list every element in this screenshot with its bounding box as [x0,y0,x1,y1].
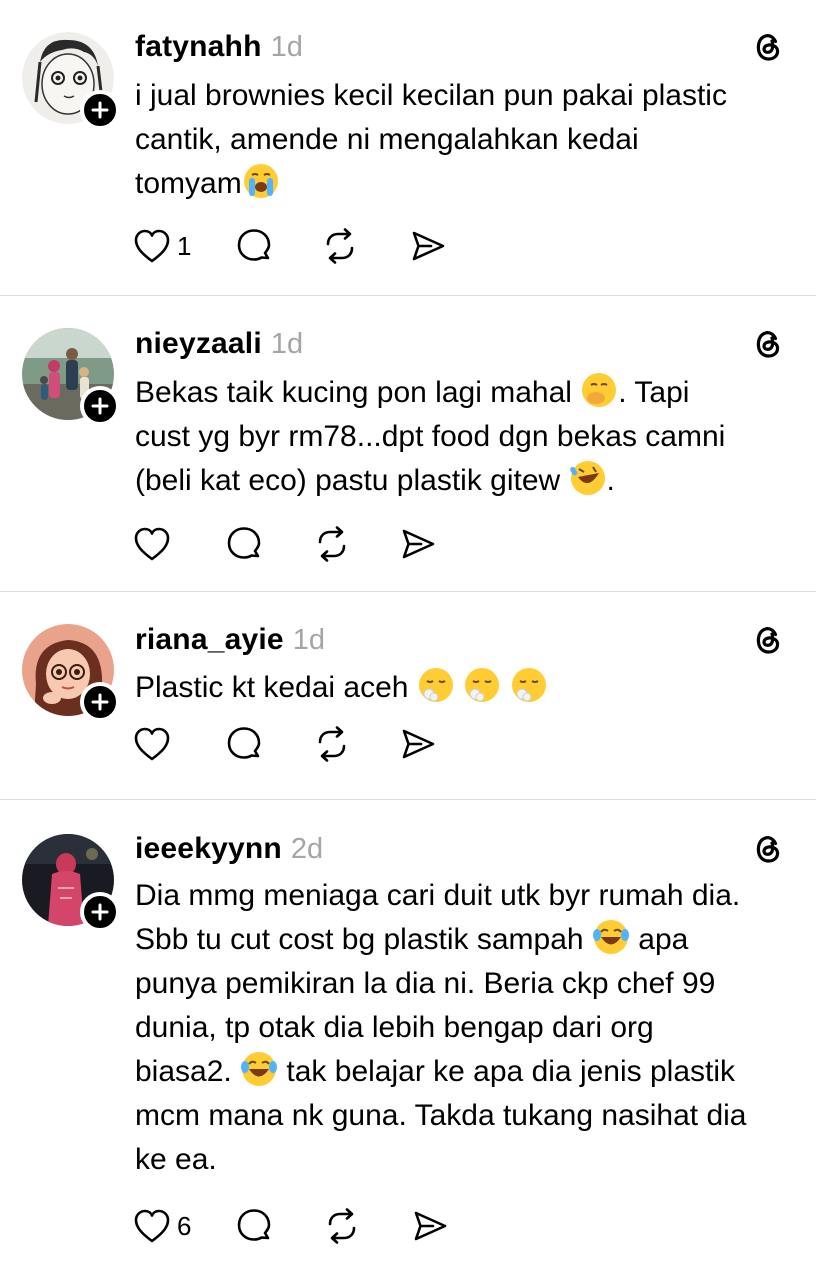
heart-icon [134,727,170,761]
face-exhaling-icon [465,668,500,702]
avatar-wrap[interactable] [22,32,120,130]
post-text: Plastic kt kedai aceh [135,666,795,710]
threads-logo-icon[interactable] [748,620,788,660]
repost-icon [318,526,346,562]
like-button[interactable] [133,522,177,566]
post-text: i jual brownies kecil kecilan pun pakai … [135,74,795,206]
post-actions: 1 [133,224,447,268]
post-header: fatynahh 1d [135,27,796,67]
repost-icon [327,228,354,264]
username[interactable]: ieeekyynn [135,832,282,866]
follow-button[interactable] [80,386,120,426]
repost-button[interactable] [323,1204,361,1248]
avatar-wrap[interactable] [22,328,120,426]
reply-button[interactable] [235,1204,273,1248]
post-text: Dia mmg meniaga cari duit utk byr rumah … [135,874,795,1182]
reply-button[interactable] [235,224,273,268]
post-ieeekyynn: ieeekyynn 2d Dia mmg meniaga cari duit u… [0,800,816,1280]
timestamp: 1d [270,327,304,360]
post-actions [133,722,437,766]
post-nieyzaali: nieyzaali 1d Bekas taik kucing pon lagi … [0,296,816,592]
face-exhaling-icon [418,668,453,702]
post-header: riana_ayie 1d [135,620,796,660]
heart-icon [134,1209,170,1243]
send-icon [402,529,435,559]
plus-icon [91,397,109,415]
face-with-tears-of-joy-icon [241,1052,278,1086]
timestamp: 1d [270,30,303,63]
threads-logo-icon[interactable] [748,829,788,869]
threads-logo-icon[interactable] [748,324,788,364]
face-exhaling-icon [511,668,546,702]
text-segment: Plastic kt kedai aceh [135,671,417,704]
send-icon [415,1211,447,1241]
plus-icon [91,903,109,921]
repost-icon [318,726,346,762]
repost-button[interactable] [321,224,359,268]
repost-icon [329,1208,356,1244]
follow-button[interactable] [80,892,120,932]
face-with-hand-over-mouth-icon [582,373,617,407]
post-riana_ayie: riana_ayie 1d Plastic kt kedai aceh [0,592,816,800]
username[interactable]: fatynahh [135,30,262,64]
timestamp: 1d [292,623,326,656]
send-icon [402,729,435,759]
text-segment: i jual brownies kecil kecilan pun pakai … [135,79,727,200]
like-count: 6 [177,1210,192,1241]
post-actions: 6 [133,1204,449,1248]
comment-icon [238,1209,271,1241]
heart-icon [134,527,170,561]
face-with-tears-of-joy-icon [592,920,629,954]
follow-button[interactable] [80,90,120,130]
repost-button[interactable] [313,722,351,766]
like-count: 1 [177,230,192,261]
share-button[interactable] [411,1204,449,1248]
send-icon [413,231,445,261]
like-button[interactable]: 1 [133,224,191,268]
share-button[interactable] [409,224,447,268]
like-button[interactable]: 6 [133,1204,191,1248]
comment-icon [227,727,261,759]
threads-logo-icon[interactable] [748,27,788,67]
loudly-crying-face-icon [243,164,278,198]
timestamp: 2d [290,832,324,865]
avatar-wrap[interactable] [22,624,120,722]
username[interactable]: nieyzaali [135,327,262,361]
post-text: Bekas taik kucing pon lagi mahal . Tapi … [135,371,795,503]
text-segment: Bekas taik kucing pon lagi mahal [135,376,581,409]
reply-button[interactable] [225,722,263,766]
post-fatynahh: fatynahh 1d i jual brownies kecil kecila… [0,0,816,296]
reply-button[interactable] [225,522,263,566]
comment-icon [238,229,271,261]
follow-button[interactable] [80,682,120,722]
like-button[interactable] [133,722,177,766]
share-button[interactable] [399,522,437,566]
comment-icon [227,527,261,559]
avatar-wrap[interactable] [22,834,120,932]
post-actions [133,522,437,566]
username[interactable]: riana_ayie [135,623,284,657]
repost-button[interactable] [313,522,351,566]
plus-icon [91,693,109,711]
post-header: ieeekyynn 2d [135,829,796,869]
heart-icon [134,229,170,263]
plus-icon [91,101,109,119]
share-button[interactable] [399,722,437,766]
post-header: nieyzaali 1d [135,324,796,364]
rolling-on-the-floor-laughing-icon [569,461,605,495]
text-segment: . [606,464,615,497]
